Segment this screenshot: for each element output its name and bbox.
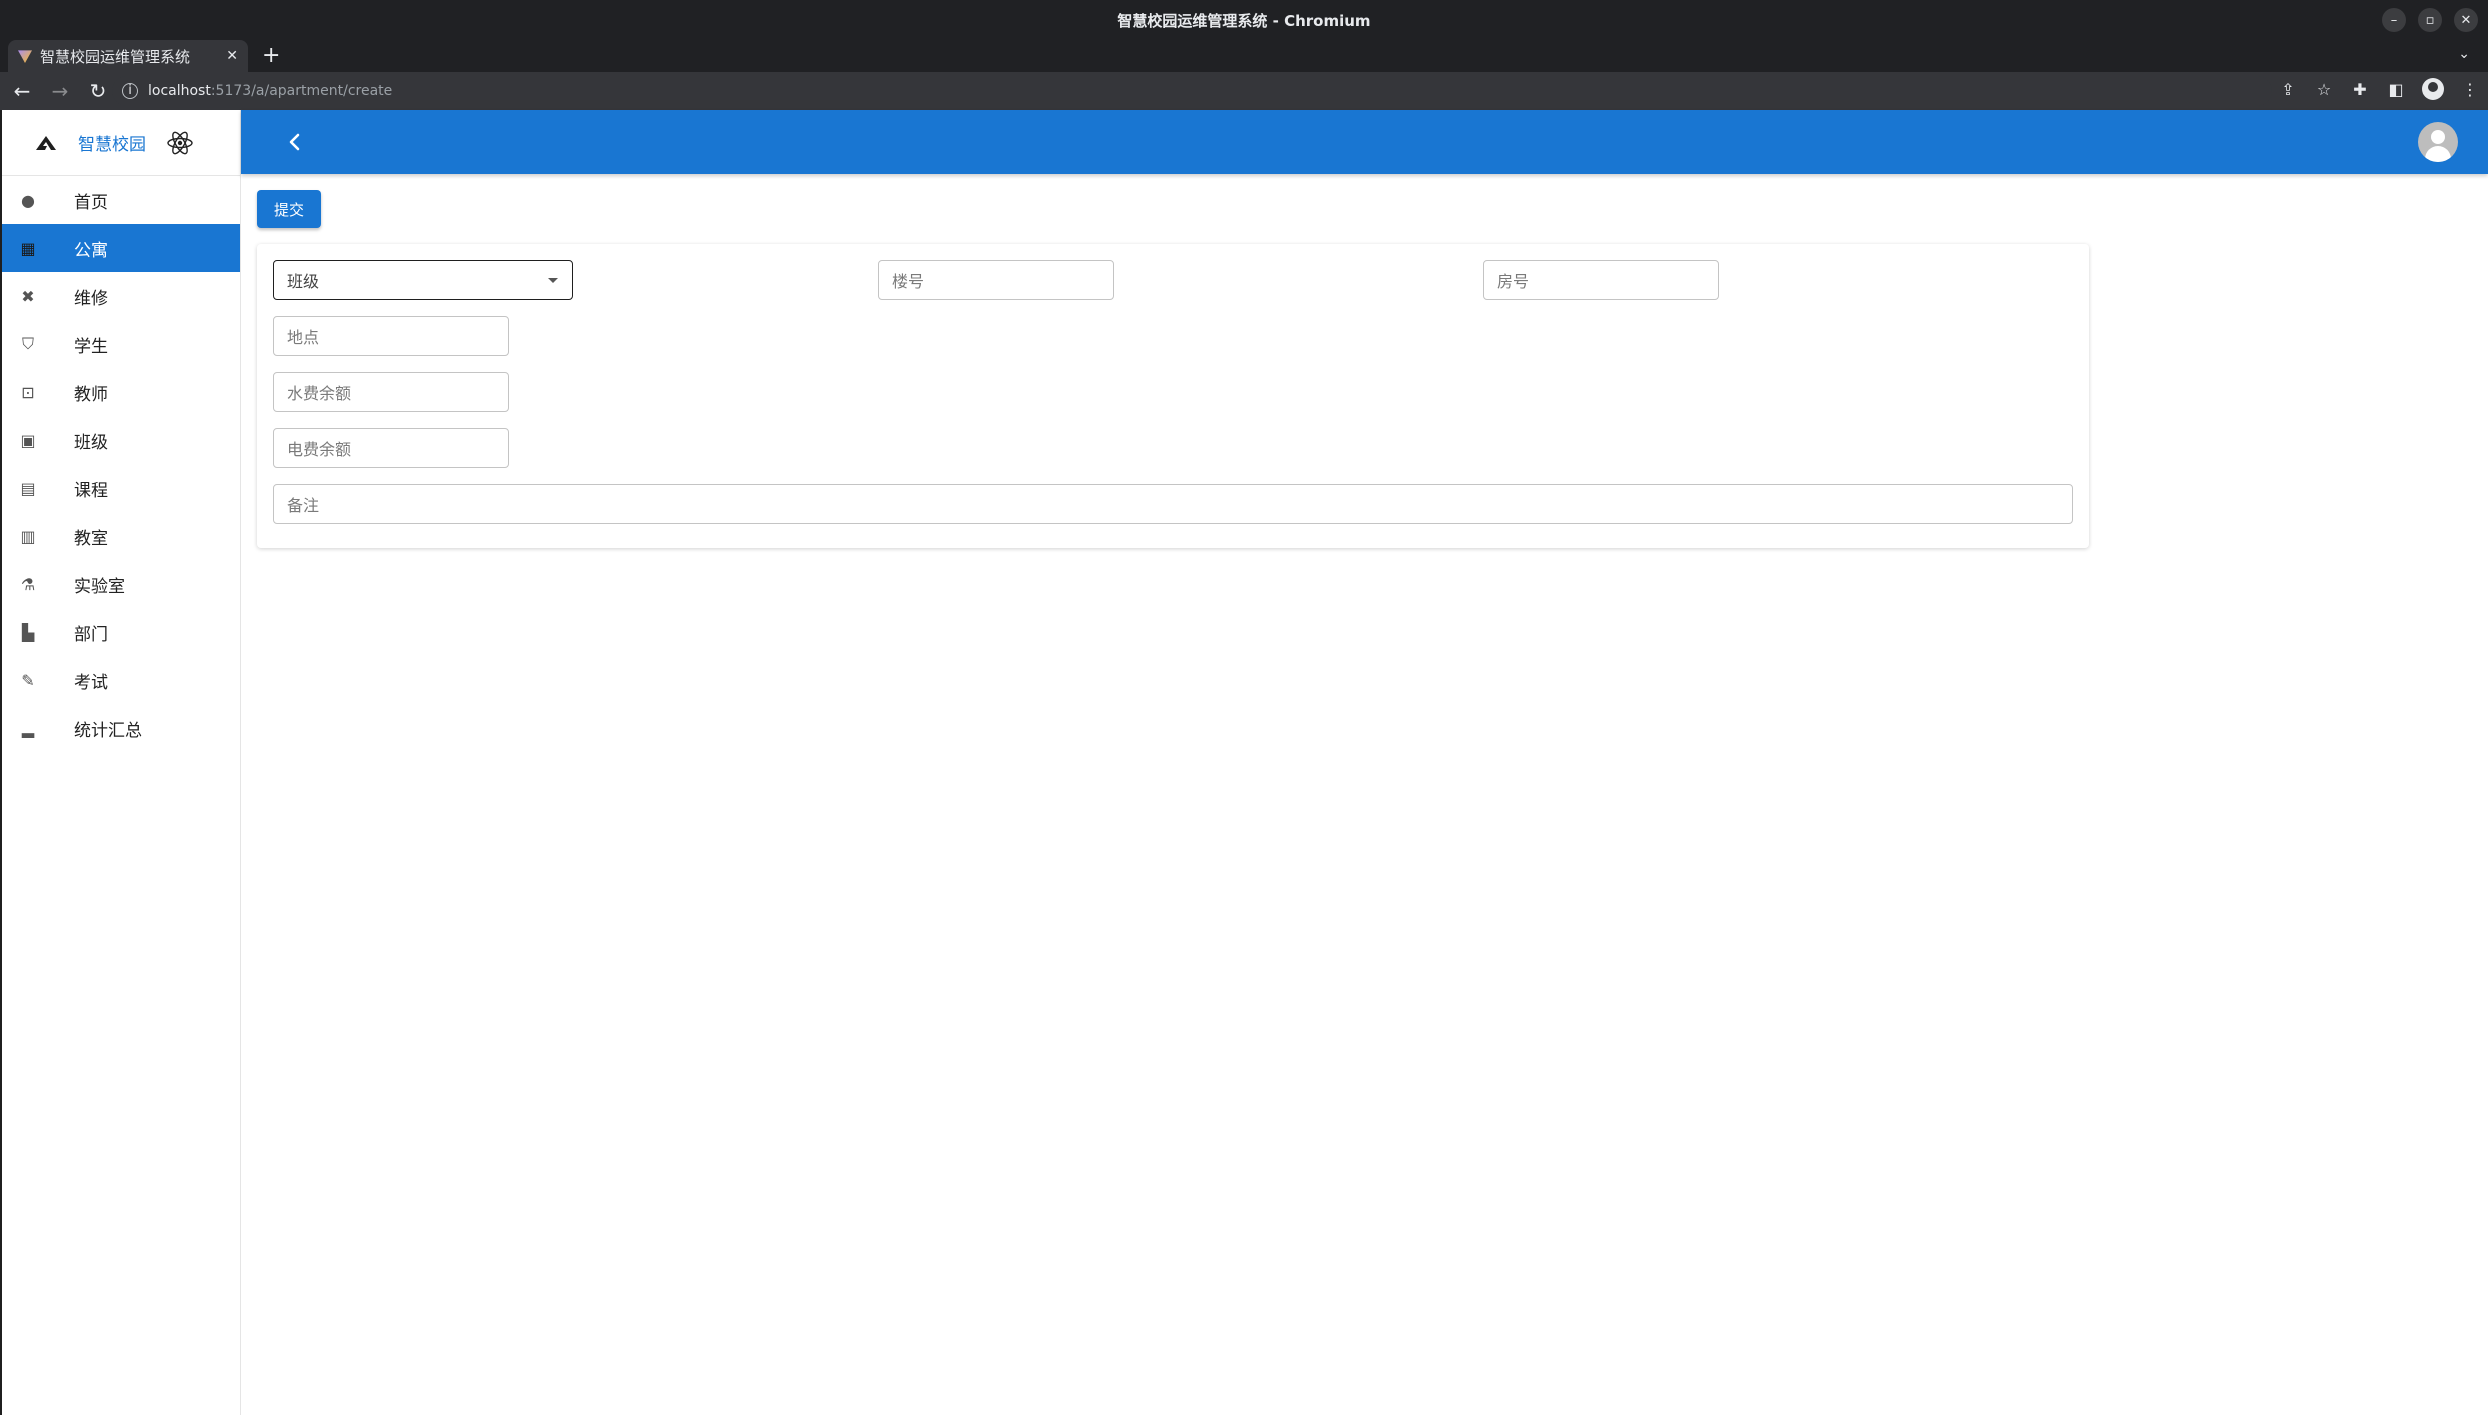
location-input[interactable]: 地点: [273, 316, 509, 356]
room-number-placeholder: 房号: [1497, 272, 1530, 291]
sidebar-item-label: 首页: [74, 192, 108, 213]
site-info-icon[interactable]: i: [122, 83, 138, 99]
sidebar-item-teacher[interactable]: ⊡ 教师: [2, 368, 240, 416]
sidebar-item-classroom[interactable]: ▥ 教室: [2, 512, 240, 560]
browser-tab[interactable]: 智慧校园运维管理系统 ✕: [8, 40, 248, 72]
sidebar-item-class[interactable]: ▣ 班级: [2, 416, 240, 464]
class-select-placeholder: 班级: [287, 272, 320, 291]
sidebar-item-label: 部门: [74, 624, 108, 645]
lab-flask-icon: ⚗: [20, 574, 36, 594]
class-icon: ▣: [20, 430, 36, 450]
course-table-icon: ▤: [20, 478, 36, 498]
remark-placeholder: 备注: [287, 496, 320, 515]
app-root: 智慧校园 ● 首页 ▦ 公寓 ✖ 维修 ⛉ 学生 ⊡ 教师 ▣ 班级 ▤ 课程 …: [0, 110, 2488, 1415]
building-number-placeholder: 楼号: [892, 272, 925, 291]
sidebar-item-exam[interactable]: ✎ 考试: [2, 656, 240, 704]
address-bar[interactable]: i localhost :5173/a/apartment/create: [112, 76, 2272, 106]
dashboard-icon: ●: [21, 190, 35, 210]
main-content: 提交 班级 楼号 房号 地点 水费余额 电费余额 备注: [241, 174, 2488, 1415]
sidebar-item-student[interactable]: ⛉ 学生: [2, 320, 240, 368]
back-nav-button[interactable]: ←: [6, 79, 38, 103]
tab-strip: 智慧校园运维管理系统 ✕ + ⌄: [0, 40, 2488, 72]
caret-down-icon: [548, 278, 558, 283]
restore-button[interactable]: ▫: [2418, 8, 2442, 32]
reload-button[interactable]: ↻: [82, 79, 114, 103]
submit-button[interactable]: 提交: [257, 190, 321, 228]
sidebar-item-label: 实验室: [74, 576, 125, 597]
sidebar-item-apartment[interactable]: ▦ 公寓: [2, 224, 240, 272]
minimize-button[interactable]: –: [2382, 8, 2406, 32]
water-balance-input[interactable]: 水费余额: [273, 372, 509, 412]
forward-nav-button[interactable]: →: [44, 79, 76, 103]
close-window-button[interactable]: ✕: [2454, 8, 2478, 32]
remark-input[interactable]: 备注: [273, 484, 2073, 524]
classroom-building-icon: ▥: [20, 526, 36, 546]
tab-close-icon[interactable]: ✕: [226, 48, 238, 64]
tab-search-icon[interactable]: ⌄: [2458, 46, 2470, 62]
sidebar-item-label: 维修: [74, 288, 108, 309]
sidebar-item-home[interactable]: ● 首页: [2, 176, 240, 224]
logo-icon: [36, 135, 56, 150]
url-host: localhost: [148, 83, 211, 99]
profile-icon[interactable]: [2422, 78, 2444, 100]
window-controls: – ▫ ✕: [2382, 8, 2478, 32]
sidebar-item-course[interactable]: ▤ 课程: [2, 464, 240, 512]
extensions-icon[interactable]: ✚: [2350, 80, 2370, 99]
department-icon: ▙: [21, 622, 35, 642]
sidebar: 智慧校园 ● 首页 ▦ 公寓 ✖ 维修 ⛉ 学生 ⊡ 教师 ▣ 班级 ▤ 课程 …: [0, 110, 241, 1415]
sidebar-item-label: 课程: [74, 480, 108, 501]
sidebar-item-repair[interactable]: ✖ 维修: [2, 272, 240, 320]
toolbar-actions: ⇪ ☆ ✚ ◧ ⋮: [2278, 78, 2480, 100]
url-path: :5173/a/apartment/create: [210, 83, 393, 99]
location-placeholder: 地点: [287, 328, 320, 347]
brand-name: 智慧校园: [78, 135, 146, 155]
star-icon[interactable]: ☆: [2314, 80, 2334, 99]
sidebar-item-label: 教室: [74, 528, 108, 549]
vite-favicon-icon: [18, 50, 32, 63]
electric-balance-input[interactable]: 电费余额: [273, 428, 509, 468]
new-tab-button[interactable]: +: [262, 44, 280, 68]
water-balance-placeholder: 水费余额: [287, 384, 352, 403]
react-icon: [167, 131, 193, 154]
class-select[interactable]: 班级: [273, 260, 573, 300]
tab-title: 智慧校园运维管理系统: [40, 47, 191, 66]
statistics-icon: ▂: [21, 718, 35, 738]
sidebar-menu: ● 首页 ▦ 公寓 ✖ 维修 ⛉ 学生 ⊡ 教师 ▣ 班级 ▤ 课程 ▥ 教室 …: [2, 176, 240, 752]
building-number-input[interactable]: 楼号: [878, 260, 1114, 300]
browser-toolbar: ← → ↻ i localhost :5173/a/apartment/crea…: [0, 72, 2488, 110]
apartment-form-card: 班级 楼号 房号 地点 水费余额 电费余额 备注: [257, 244, 2089, 548]
room-number-input[interactable]: 房号: [1483, 260, 1719, 300]
sidebar-item-statistics[interactable]: ▂ 统计汇总: [2, 704, 240, 752]
sidebar-item-label: 教师: [74, 384, 108, 405]
apartment-icon: ▦: [20, 238, 36, 258]
sidebar-brand: 智慧校园: [2, 110, 240, 176]
sidebar-item-department[interactable]: ▙ 部门: [2, 608, 240, 656]
window-titlebar: 智慧校园运维管理系统 - Chromium – ▫ ✕: [0, 0, 2488, 40]
student-icon: ⛉: [21, 334, 34, 353]
sidebar-item-label: 考试: [74, 672, 108, 693]
sidebar-item-label: 班级: [74, 432, 108, 453]
chevron-left-icon[interactable]: [281, 128, 309, 156]
tools-icon: ✖: [21, 286, 35, 306]
sidebar-item-label: 统计汇总: [74, 720, 142, 741]
sidebar-item-label: 学生: [74, 336, 108, 357]
share-icon[interactable]: ⇪: [2278, 80, 2298, 99]
sidebar-item-lab[interactable]: ⚗ 实验室: [2, 560, 240, 608]
side-panel-icon[interactable]: ◧: [2386, 80, 2406, 99]
window-title: 智慧校园运维管理系统 - Chromium: [1117, 11, 1371, 30]
menu-icon[interactable]: ⋮: [2460, 80, 2480, 99]
user-avatar-icon[interactable]: [2418, 122, 2458, 162]
exam-pen-icon: ✎: [21, 670, 35, 690]
teacher-icon: ⊡: [21, 382, 35, 402]
electric-balance-placeholder: 电费余额: [287, 440, 352, 459]
sidebar-item-label: 公寓: [74, 240, 108, 261]
app-topbar: [241, 110, 2488, 174]
